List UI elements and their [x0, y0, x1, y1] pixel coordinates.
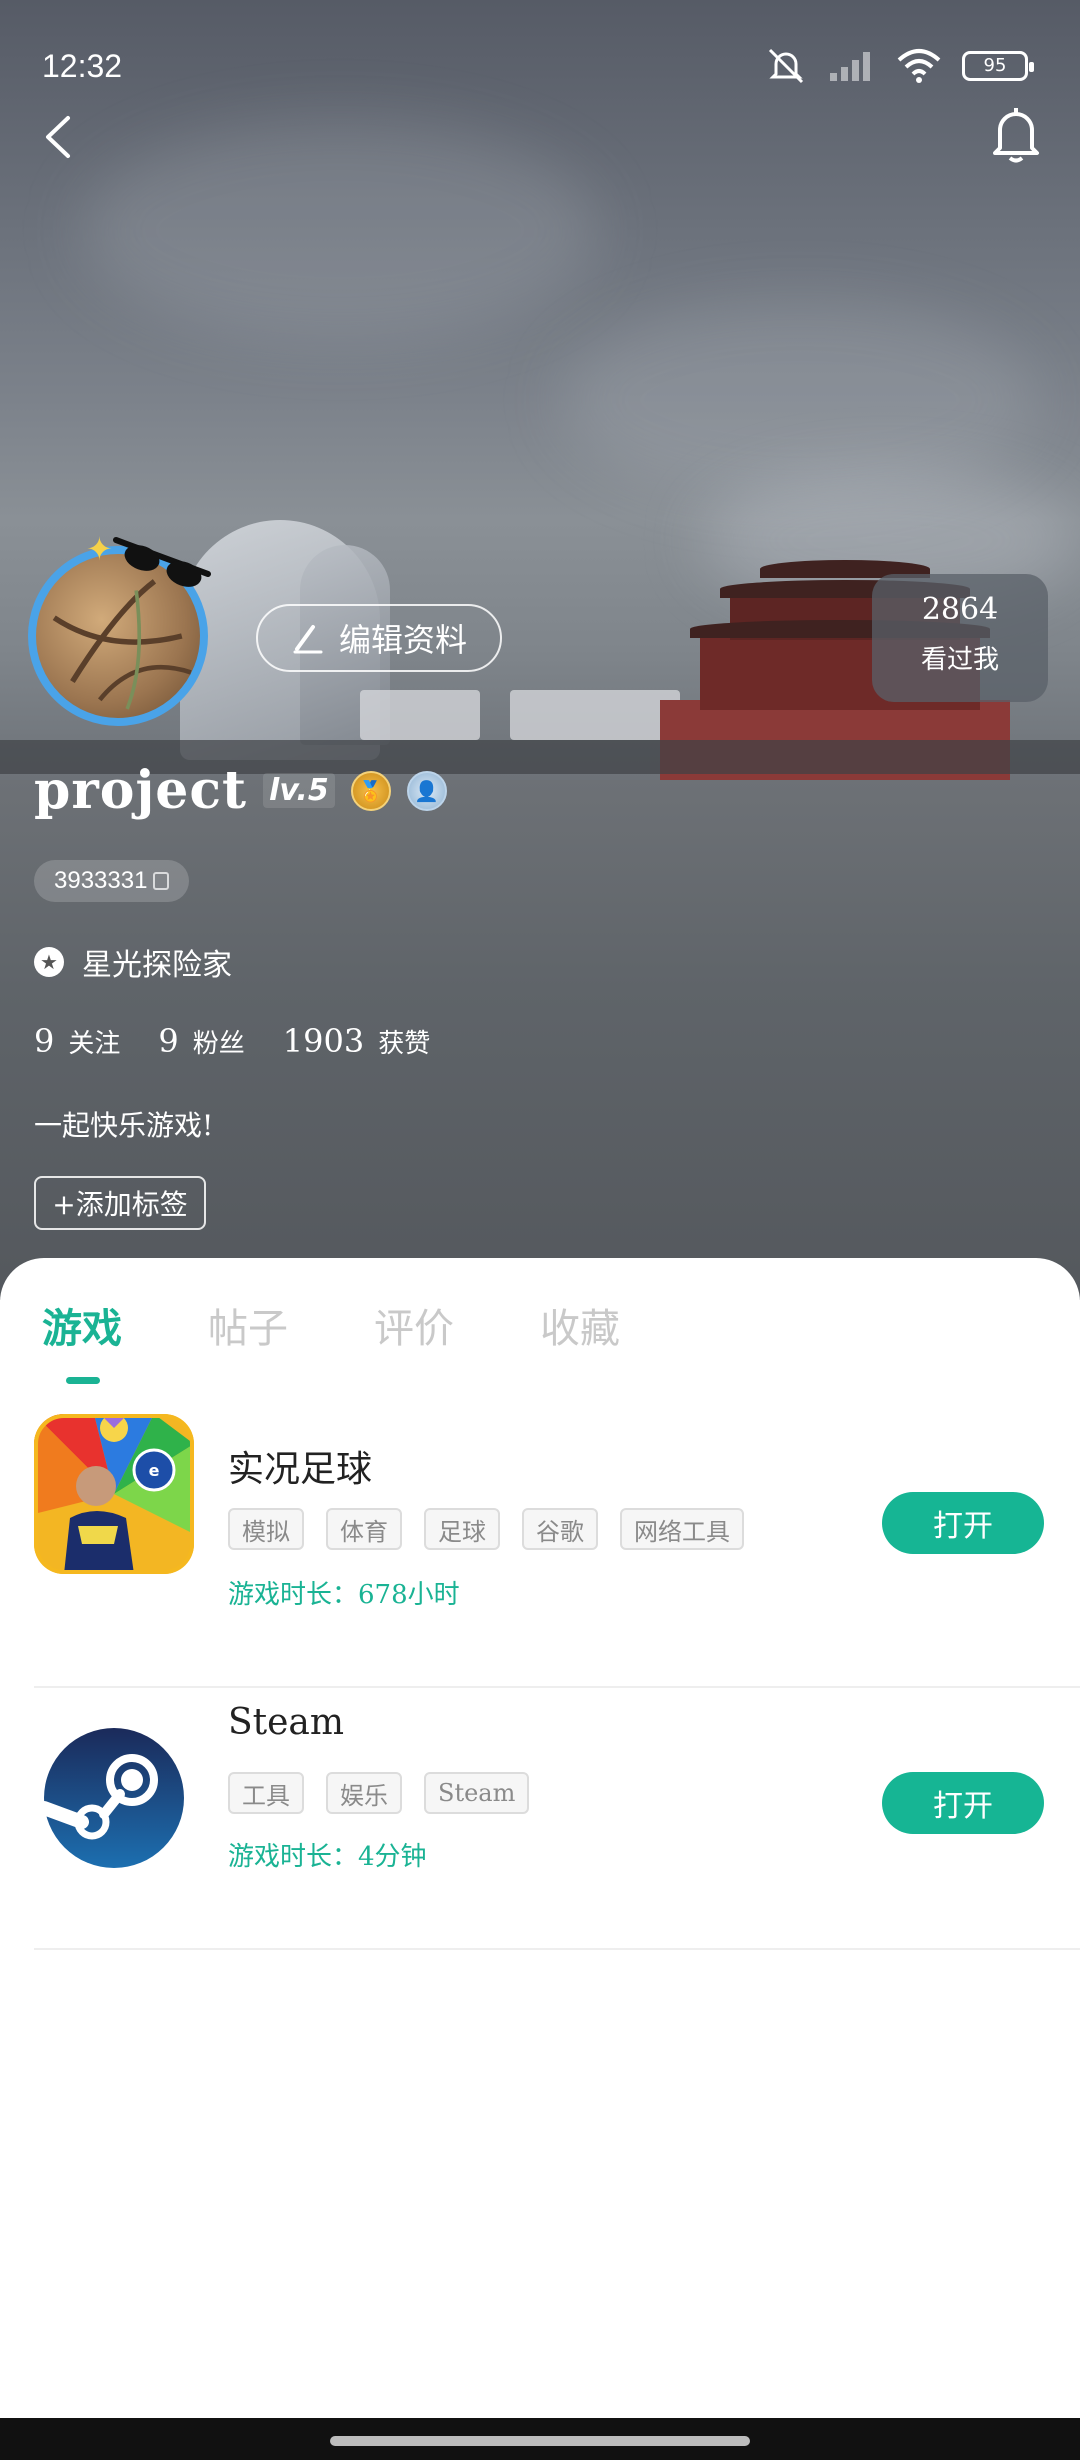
content-sheet: 游戏 帖子 评价 收藏 e 实况足球 模拟 体育 足球 谷歌 网络工具 游戏时长…	[0, 1258, 1080, 2418]
followers-label[interactable]: 粉丝	[193, 1023, 245, 1060]
visitor-count: 2864	[921, 592, 999, 627]
tab-games[interactable]: 游戏	[42, 1296, 122, 1384]
steam-icon[interactable]	[34, 1718, 194, 1878]
gold-badge-icon[interactable]: 🏅	[350, 770, 391, 811]
game-playtime: 游戏时长：678小时	[228, 1580, 460, 1610]
uid-value: 3933331	[54, 867, 148, 894]
copy-icon	[153, 872, 170, 890]
user-title-text: 星光探险家	[82, 948, 232, 983]
blue-badge-icon[interactable]: 👤	[406, 770, 447, 811]
system-nav-bar	[0, 2418, 1080, 2460]
username: project	[34, 760, 248, 821]
followers-count[interactable]: 9	[158, 1022, 178, 1060]
game-tag[interactable]: 娱乐	[326, 1772, 402, 1814]
open-game-button[interactable]: 打开	[882, 1492, 1044, 1554]
stats-row: 9 关注 9 粉丝 1903 获赞	[34, 1022, 468, 1060]
username-row: project lv.5 🏅 👤	[34, 760, 447, 821]
back-button[interactable]	[38, 112, 78, 162]
visitor-card[interactable]: 2864 看过我	[872, 574, 1048, 702]
game-tag[interactable]: 谷歌	[522, 1508, 598, 1550]
add-tag-button[interactable]: +添加标签	[34, 1176, 206, 1230]
following-count[interactable]: 9	[34, 1022, 54, 1060]
tab-bar: 游戏 帖子 评价 收藏	[42, 1296, 620, 1384]
svg-text:e: e	[149, 1461, 160, 1480]
star-icon: ★	[34, 947, 64, 977]
tab-reviews[interactable]: 评价	[374, 1296, 454, 1372]
game-tag[interactable]: 足球	[424, 1508, 500, 1550]
visitor-label: 看过我	[920, 645, 999, 675]
level-badge: lv.5	[263, 773, 335, 808]
edit-pen-icon	[293, 625, 323, 654]
uid-chip[interactable]: 3933331	[34, 860, 190, 902]
game-tag[interactable]: 模拟	[228, 1508, 304, 1550]
game-tags: 模拟 体育 足球 谷歌 网络工具	[228, 1508, 744, 1550]
sunglasses-icon	[113, 537, 211, 587]
battery-icon: 95	[962, 51, 1034, 81]
tab-favorites[interactable]: 收藏	[540, 1296, 620, 1372]
tab-posts[interactable]: 帖子	[208, 1296, 288, 1372]
edit-profile-label: 编辑资料	[338, 621, 467, 659]
game-tag[interactable]: Steam	[424, 1772, 530, 1814]
game-playtime: 游戏时长：4分钟	[228, 1842, 427, 1872]
signal-icon	[830, 52, 870, 81]
bio: 一起快乐游戏!	[34, 1109, 214, 1142]
likes-count: 1903	[282, 1022, 365, 1060]
home-gesture-handle[interactable]	[330, 2436, 750, 2446]
game-item[interactable]: Steam 工具 娱乐 Steam 游戏时长：4分钟 打开	[34, 1688, 1080, 1950]
wifi-icon	[897, 49, 941, 83]
game-tags: 工具 娱乐 Steam	[228, 1772, 530, 1814]
game-name: Steam	[228, 1702, 345, 1743]
game-item[interactable]: e 实况足球 模拟 体育 足球 谷歌 网络工具 游戏时长：678小时 打开	[34, 1408, 1080, 1688]
following-label[interactable]: 关注	[68, 1023, 120, 1060]
mute-icon	[768, 48, 804, 84]
game-tag[interactable]: 网络工具	[620, 1508, 744, 1550]
efootball-icon[interactable]: e	[34, 1414, 194, 1574]
game-name: 实况足球	[228, 1449, 373, 1490]
edit-profile-button[interactable]: 编辑资料	[256, 604, 502, 672]
game-tag[interactable]: 体育	[326, 1508, 402, 1550]
status-bar: 12:32 95	[0, 0, 1080, 130]
likes-label: 获赞	[378, 1029, 431, 1059]
user-title: ★ 星光探险家	[34, 940, 232, 984]
bell-icon[interactable]	[988, 104, 1044, 164]
sparkle-icon: ✦	[86, 530, 113, 568]
status-time: 12:32	[42, 48, 123, 84]
open-game-button[interactable]: 打开	[882, 1772, 1044, 1834]
game-tag[interactable]: 工具	[228, 1772, 304, 1814]
